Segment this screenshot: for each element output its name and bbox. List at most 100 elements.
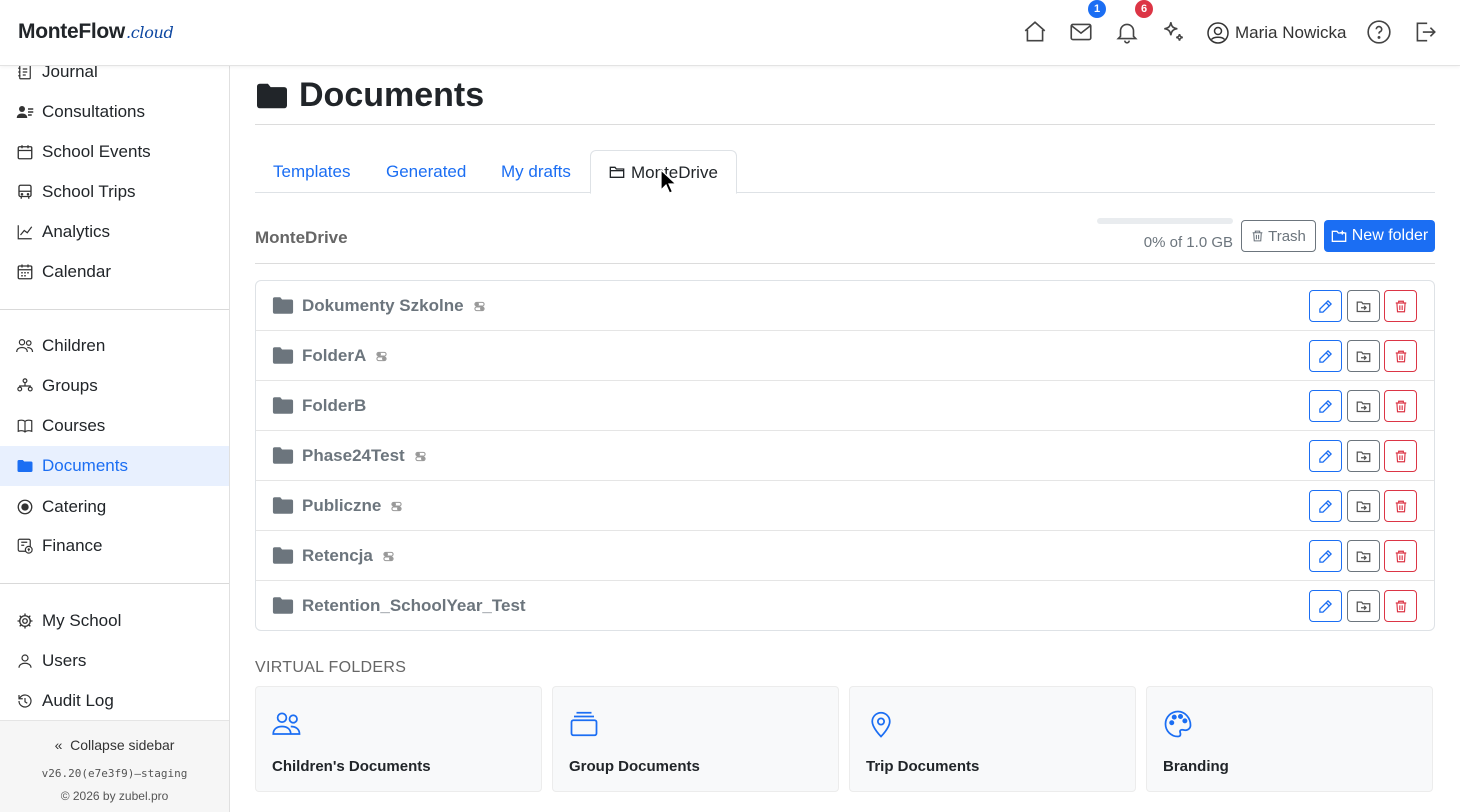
delete-folder-button[interactable] <box>1384 340 1417 372</box>
delete-folder-button[interactable] <box>1384 590 1417 622</box>
toggle-icon <box>415 451 426 461</box>
sidebar-item-groups[interactable]: Groups <box>0 366 229 406</box>
move-folder-button[interactable] <box>1347 440 1380 472</box>
trash-button[interactable]: Trash <box>1241 220 1316 252</box>
folder-name-wrap: Publiczne <box>302 496 402 516</box>
new-folder-button[interactable]: New folder <box>1324 220 1435 252</box>
edit-folder-button[interactable] <box>1309 390 1342 422</box>
delete-folder-button[interactable] <box>1384 290 1417 322</box>
move-folder-button[interactable] <box>1347 590 1380 622</box>
sidebar-item-label: Children <box>42 336 106 355</box>
catering-icon <box>17 499 33 515</box>
folder-icon <box>272 497 294 514</box>
edit-folder-button[interactable] <box>1309 590 1342 622</box>
sidebar-item-documents[interactable]: Documents <box>0 446 229 486</box>
sidebar-item-school-events[interactable]: School Events <box>0 132 229 172</box>
tab-templates[interactable]: Templates <box>255 150 368 193</box>
map-pin-icon <box>871 711 891 738</box>
folder-row[interactable]: Retencja <box>256 531 1434 581</box>
folder-move-icon <box>1356 351 1371 362</box>
pencil-icon <box>1319 299 1333 313</box>
folder-name-wrap: FolderB <box>302 396 366 416</box>
home-icon[interactable] <box>1022 19 1048 45</box>
sidebar-item-calendar[interactable]: Calendar <box>0 252 229 292</box>
move-folder-button[interactable] <box>1347 340 1380 372</box>
sidebar-item-label: Groups <box>42 376 98 395</box>
folder-plus-icon <box>1331 230 1347 242</box>
sidebar-footer: « Collapse sidebar v26.20(e7e3f9)—stagin… <box>0 720 229 812</box>
trash-icon <box>1395 600 1406 612</box>
folder-row[interactable]: Phase24Test <box>256 431 1434 481</box>
top-bar: MonteFlow.cloud 1 6 Maria Nowicka <box>0 0 1460 66</box>
sidebar-item-label: Analytics <box>42 222 111 241</box>
folder-row[interactable]: Retention_SchoolYear_Test <box>256 581 1434 630</box>
notifications-badge: 6 <box>1135 0 1153 18</box>
virtual-folder-label: Trip Documents <box>866 758 980 775</box>
delete-folder-button[interactable] <box>1384 540 1417 572</box>
folder-move-icon <box>1356 401 1371 412</box>
move-folder-button[interactable] <box>1347 290 1380 322</box>
edit-folder-button[interactable] <box>1309 340 1342 372</box>
envelope-icon <box>1070 23 1092 41</box>
delete-folder-button[interactable] <box>1384 440 1417 472</box>
edit-folder-button[interactable] <box>1309 440 1342 472</box>
logout-icon[interactable] <box>1412 19 1438 45</box>
trash-icon <box>1395 400 1406 412</box>
tab-my-drafts[interactable]: My drafts <box>483 150 589 193</box>
trash-icon <box>1395 350 1406 362</box>
sidebar-item-children[interactable]: Children <box>0 326 229 366</box>
trash-icon <box>1395 550 1406 562</box>
stack-icon <box>570 711 598 737</box>
edit-folder-button[interactable] <box>1309 490 1342 522</box>
folder-name: FolderB <box>302 396 367 415</box>
edit-folder-button[interactable] <box>1309 540 1342 572</box>
messages-button[interactable]: 1 <box>1068 0 1106 45</box>
folder-row[interactable]: Publiczne <box>256 481 1434 531</box>
user-circle-icon <box>1207 22 1229 44</box>
sidebar-item-school-trips[interactable]: School Trips <box>0 172 229 212</box>
collapse-sidebar-button[interactable]: « Collapse sidebar <box>0 737 229 753</box>
tab-generated[interactable]: Generated <box>368 150 484 193</box>
sidebar-item-courses[interactable]: Courses <box>0 406 229 446</box>
sidebar-item-users[interactable]: Users <box>0 641 229 681</box>
folder-row[interactable]: FolderB <box>256 381 1434 431</box>
sidebar-item-finance[interactable]: Finance <box>0 526 229 566</box>
folder-name-wrap: FolderA <box>302 346 387 366</box>
history-icon <box>18 694 32 708</box>
move-folder-button[interactable] <box>1347 490 1380 522</box>
folder-move-icon <box>1356 601 1371 612</box>
virtual-folder-groups[interactable]: Group Documents <box>552 686 839 792</box>
sidebar-item-label: Courses <box>42 416 106 435</box>
sidebar-item-label: School Events <box>42 142 151 161</box>
sidebar-item-audit-log[interactable]: Audit Log <box>0 681 229 721</box>
sidebar-item-my-school[interactable]: My School <box>0 601 229 641</box>
edit-folder-button[interactable] <box>1309 290 1342 322</box>
folder-icon <box>272 447 294 464</box>
virtual-folder-branding[interactable]: Branding <box>1146 686 1433 792</box>
virtual-folder-trips[interactable]: Trip Documents <box>849 686 1136 792</box>
copyright-text: © 2026 by zubel.pro <box>60 789 169 803</box>
folder-row[interactable]: Dokumenty Szkolne <box>256 281 1434 331</box>
sidebar-item-consultations[interactable]: Consultations <box>0 92 229 132</box>
folder-icon <box>272 397 294 414</box>
delete-folder-button[interactable] <box>1384 490 1417 522</box>
move-folder-button[interactable] <box>1347 540 1380 572</box>
page-title: Documents <box>255 76 484 115</box>
move-folder-button[interactable] <box>1347 390 1380 422</box>
divider <box>255 263 1435 264</box>
user-menu[interactable]: Maria Nowicka <box>1206 19 1346 47</box>
notifications-button[interactable]: 6 <box>1114 0 1153 45</box>
calendar-icon <box>17 264 33 280</box>
sidebar-item-catering[interactable]: Catering <box>0 487 229 527</box>
folder-move-icon <box>1356 301 1371 312</box>
sparkles-icon[interactable] <box>1160 19 1186 45</box>
brand-logo[interactable]: MonteFlow.cloud <box>18 20 174 44</box>
delete-folder-button[interactable] <box>1384 390 1417 422</box>
virtual-folder-label: Branding <box>1163 758 1229 775</box>
virtual-folder-children[interactable]: Children's Documents <box>255 686 542 792</box>
sidebar-item-analytics[interactable]: Analytics <box>0 212 229 252</box>
sidebar-item-label: Users <box>42 651 87 670</box>
folder-icon <box>272 297 294 314</box>
help-icon[interactable] <box>1366 19 1392 45</box>
folder-row[interactable]: FolderA <box>256 331 1434 381</box>
